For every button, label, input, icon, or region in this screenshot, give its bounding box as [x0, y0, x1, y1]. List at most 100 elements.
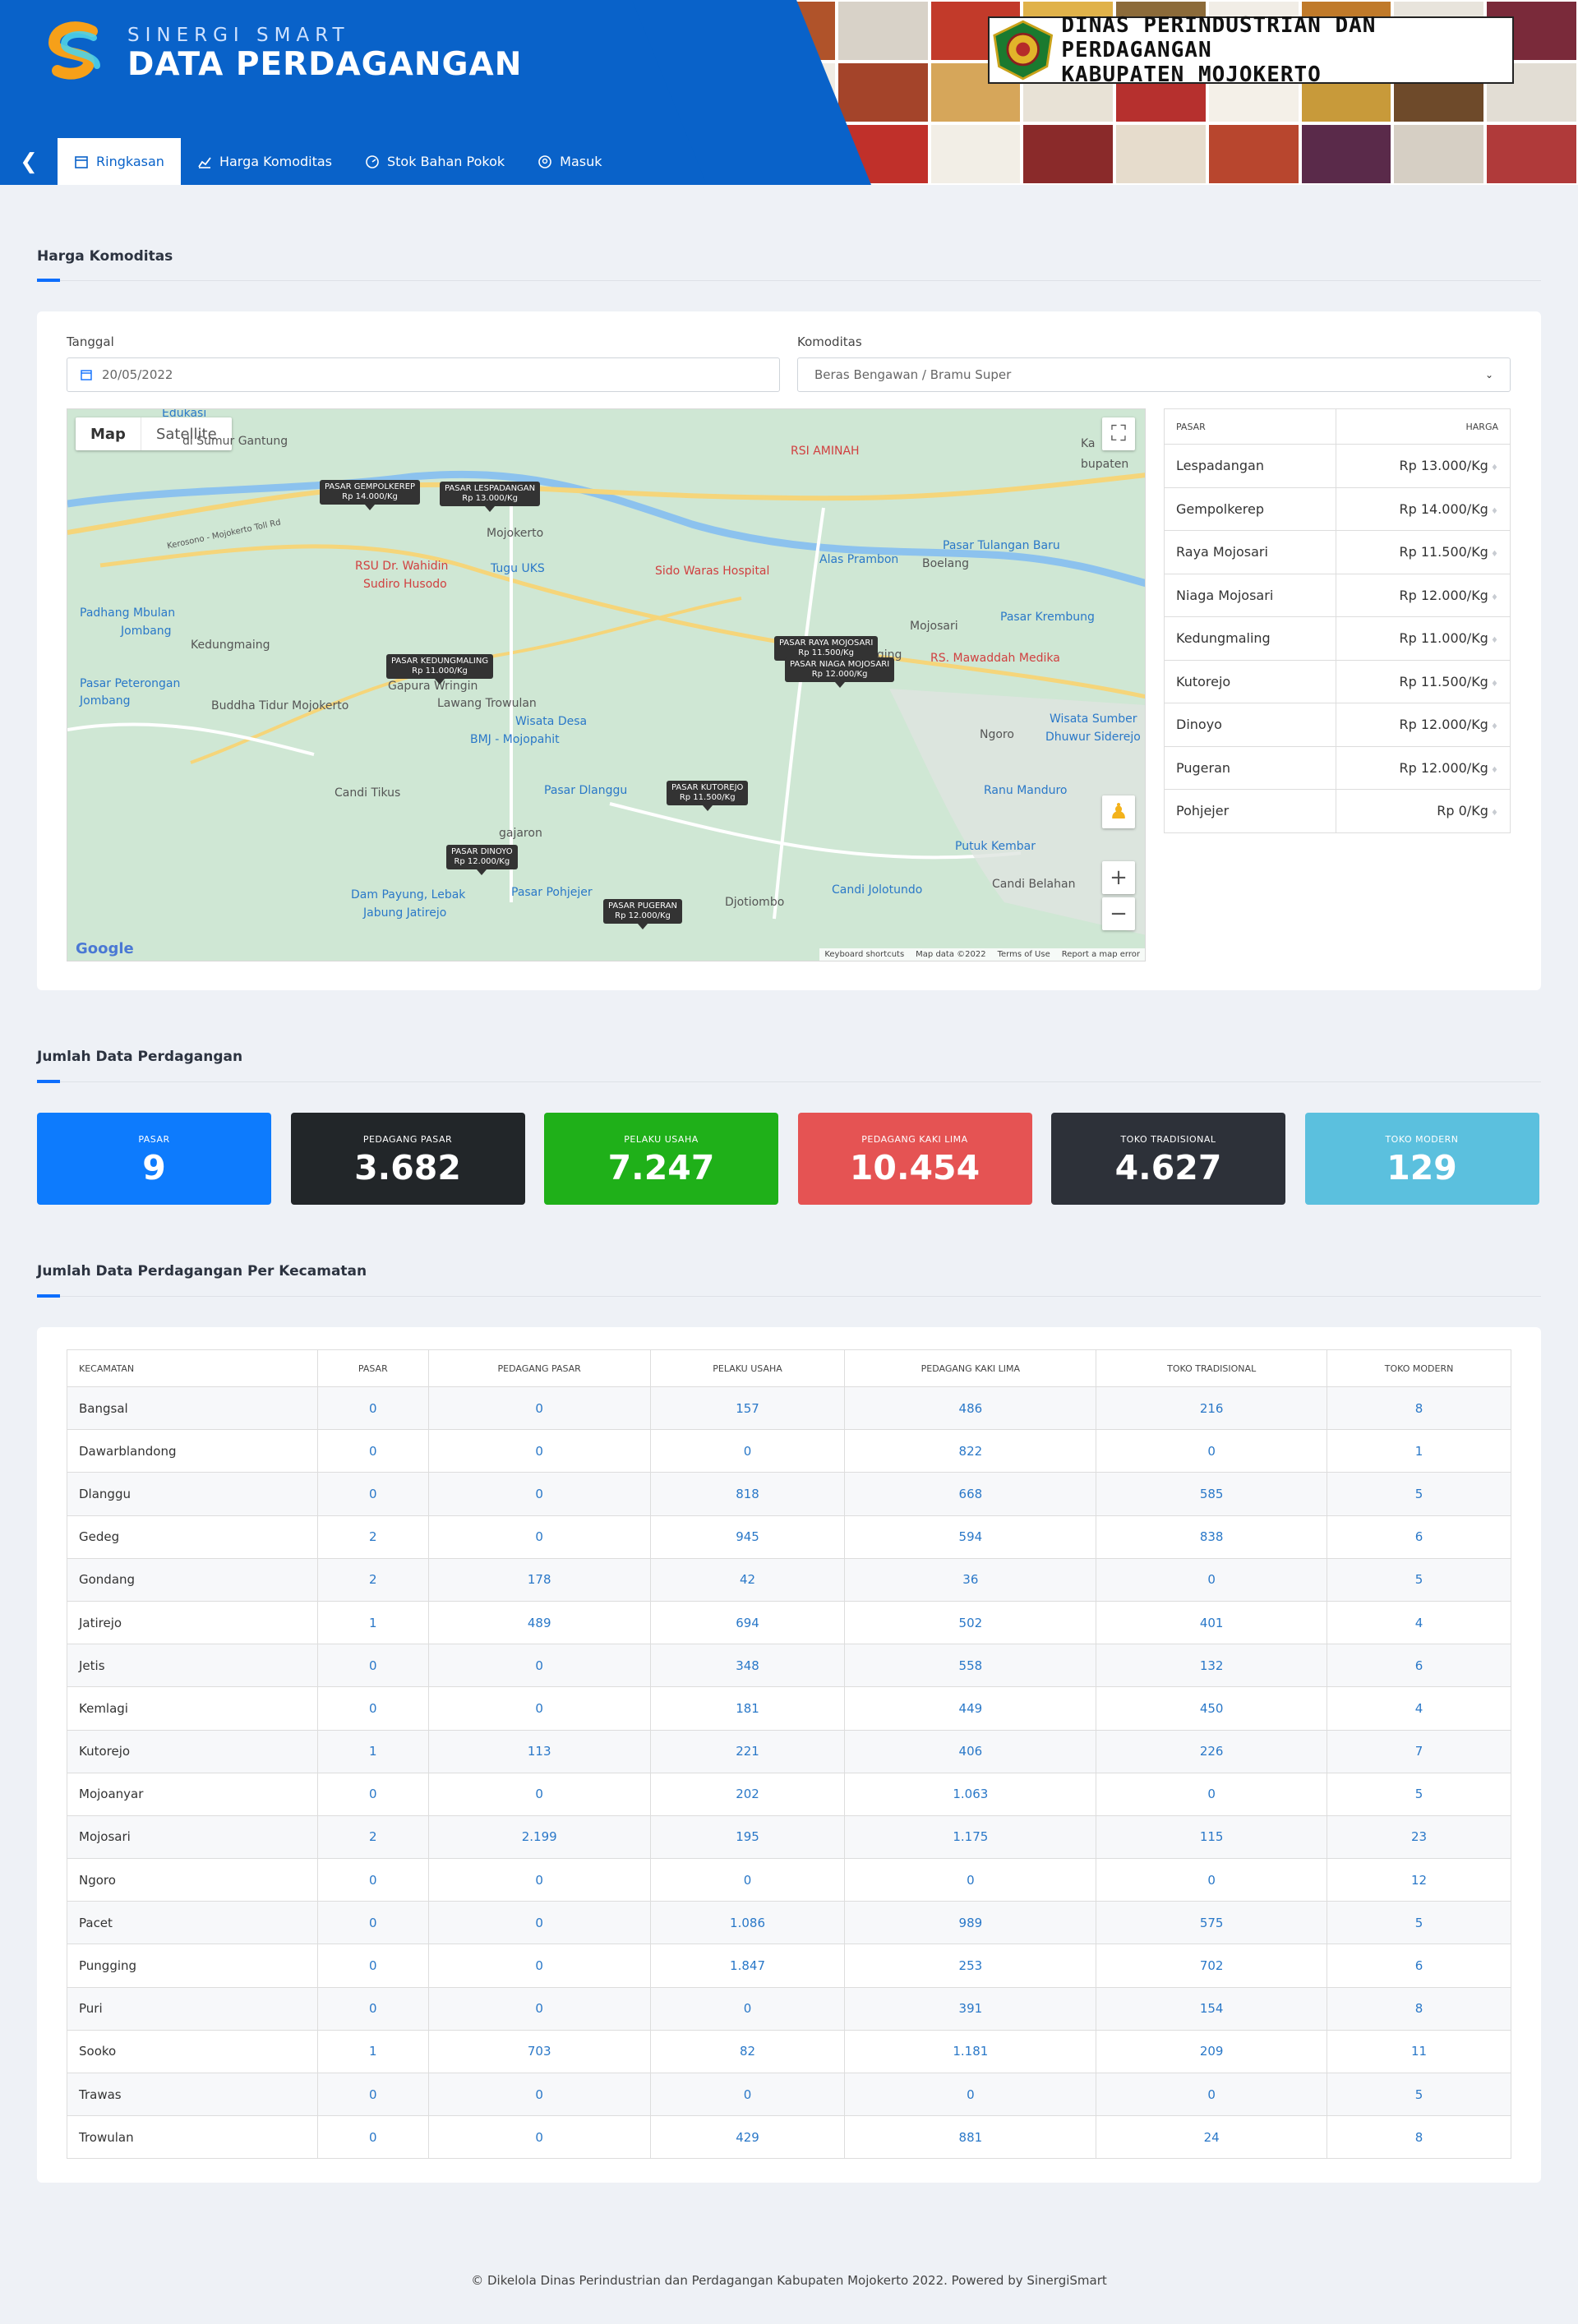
price-row[interactable]: Kutorejo Rp 11.500/Kg ♦	[1164, 659, 1511, 703]
price-row[interactable]: Lespadangan Rp 13.000/Kg ♦	[1164, 444, 1511, 488]
kecamatan-value[interactable]: 8	[1327, 1386, 1511, 1431]
kecamatan-value[interactable]: 0	[427, 1472, 651, 1516]
kecamatan-value[interactable]: 5	[1327, 1901, 1511, 1945]
kecamatan-value[interactable]: 1.086	[649, 1901, 846, 1945]
kecamatan-value[interactable]: 2	[316, 1814, 429, 1860]
pegman-icon[interactable]: ♟	[1102, 795, 1135, 828]
kecamatan-value[interactable]: 154	[1096, 1986, 1328, 2031]
nav-masuk[interactable]: Masuk	[521, 138, 618, 185]
kecamatan-value[interactable]: 113	[427, 1729, 651, 1773]
kecamatan-value[interactable]: 5	[1327, 2072, 1511, 2117]
kecamatan-value[interactable]: 0	[427, 2072, 651, 2117]
kecamatan-value[interactable]: 202	[649, 1772, 846, 1816]
price-row[interactable]: Dinoyo Rp 12.000/Kg ♦	[1164, 703, 1511, 747]
map-marker[interactable]: PASAR PUGERAN Rp 12.000/Kg	[603, 899, 683, 929]
kecamatan-value[interactable]: 0	[844, 2072, 1097, 2117]
kecamatan-value[interactable]: 42	[649, 1557, 846, 1602]
kecamatan-value[interactable]: 703	[427, 2029, 651, 2074]
kecamatan-value[interactable]: 226	[1096, 1729, 1328, 1773]
kecamatan-value[interactable]: 0	[316, 1901, 429, 1945]
kecamatan-value[interactable]: 132	[1096, 1644, 1328, 1688]
kecamatan-value[interactable]: 0	[1096, 1772, 1328, 1816]
price-row[interactable]: Raya Mojosari Rp 11.500/Kg ♦	[1164, 530, 1511, 574]
kecamatan-value[interactable]: 0	[316, 1858, 429, 1902]
kecamatan-value[interactable]: 391	[844, 1986, 1097, 2031]
kecamatan-value[interactable]: 0	[427, 1944, 651, 1988]
kecamatan-value[interactable]: 1	[316, 1729, 429, 1773]
kecamatan-value[interactable]: 668	[844, 1472, 1097, 1516]
kecamatan-value[interactable]: 0	[1096, 1429, 1328, 1473]
kecamatan-value[interactable]: 253	[844, 1944, 1097, 1988]
kecamatan-value[interactable]: 181	[649, 1686, 846, 1731]
kecamatan-value[interactable]: 348	[649, 1644, 846, 1688]
kecamatan-value[interactable]: 1.847	[649, 1944, 846, 1988]
kecamatan-value[interactable]: 178	[427, 1557, 651, 1602]
kecamatan-value[interactable]: 6	[1327, 1515, 1511, 1559]
kecamatan-value[interactable]: 406	[844, 1729, 1097, 1773]
kecamatan-value[interactable]: 0	[427, 1644, 651, 1688]
kecamatan-value[interactable]: 0	[427, 1515, 651, 1559]
nav-stok-bahan-pokok[interactable]: Stok Bahan Pokok	[348, 138, 521, 185]
market-map[interactable]: Map Satellite ⛶ ♟ + − Edukasi di Sumur Ga…	[67, 408, 1146, 961]
kecamatan-value[interactable]: 558	[844, 1644, 1097, 1688]
kecamatan-value[interactable]: 0	[316, 2115, 429, 2160]
kecamatan-value[interactable]: 0	[316, 1386, 429, 1431]
kecamatan-value[interactable]: 401	[1096, 1600, 1328, 1645]
map-tab[interactable]: Map	[76, 417, 141, 450]
kecamatan-value[interactable]: 945	[649, 1515, 846, 1559]
zoom-out-button[interactable]: −	[1102, 897, 1135, 930]
kecamatan-value[interactable]: 0	[427, 1386, 651, 1431]
kecamatan-value[interactable]: 82	[649, 2029, 846, 2074]
kecamatan-value[interactable]: 5	[1327, 1472, 1511, 1516]
kecamatan-value[interactable]: 0	[427, 1429, 651, 1473]
kecamatan-value[interactable]: 0	[316, 1472, 429, 1516]
price-row[interactable]: Pugeran Rp 12.000/Kg ♦	[1164, 745, 1511, 790]
price-row[interactable]: Kedungmaling Rp 11.000/Kg ♦	[1164, 616, 1511, 661]
terms-link[interactable]: Terms of Use	[998, 950, 1050, 959]
kecamatan-value[interactable]: 115	[1096, 1814, 1328, 1860]
kecamatan-value[interactable]: 489	[427, 1600, 651, 1645]
kecamatan-value[interactable]: 1	[316, 1600, 429, 1645]
kecamatan-value[interactable]: 24	[1096, 2115, 1328, 2160]
kecamatan-value[interactable]: 0	[427, 1858, 651, 1902]
kecamatan-value[interactable]: 818	[649, 1472, 846, 1516]
map-marker[interactable]: PASAR DINOYO Rp 12.000/Kg	[446, 845, 518, 875]
kecamatan-value[interactable]: 594	[844, 1515, 1097, 1559]
kecamatan-value[interactable]: 0	[1096, 2072, 1328, 2117]
kecamatan-value[interactable]: 0	[316, 1429, 429, 1473]
kecamatan-value[interactable]: 7	[1327, 1729, 1511, 1773]
kecamatan-value[interactable]: 0	[649, 2072, 846, 2117]
kecamatan-value[interactable]: 0	[316, 1644, 429, 1688]
kecamatan-value[interactable]: 0	[427, 1986, 651, 2031]
kecamatan-value[interactable]: 0	[427, 1901, 651, 1945]
kecamatan-value[interactable]: 0	[316, 1986, 429, 2031]
report-error-link[interactable]: Report a map error	[1062, 950, 1140, 959]
fullscreen-icon[interactable]: ⛶	[1102, 417, 1135, 450]
map-marker[interactable]: PASAR LESPADANGAN Rp 13.000/Kg	[440, 482, 541, 512]
price-row[interactable]: Gempolkerep Rp 14.000/Kg ♦	[1164, 486, 1511, 531]
kecamatan-value[interactable]: 23	[1327, 1814, 1511, 1860]
kecamatan-value[interactable]: 1	[316, 2029, 429, 2074]
kecamatan-value[interactable]: 449	[844, 1686, 1097, 1731]
map-marker[interactable]: PASAR KEDUNGMALING Rp 11.000/Kg	[386, 654, 494, 685]
kecamatan-value[interactable]: 157	[649, 1386, 846, 1431]
kecamatan-value[interactable]: 8	[1327, 1986, 1511, 2031]
kecamatan-value[interactable]: 0	[1096, 1557, 1328, 1602]
kecamatan-value[interactable]: 585	[1096, 1472, 1328, 1516]
price-row[interactable]: Niaga Mojosari Rp 12.000/Kg ♦	[1164, 573, 1511, 617]
kecamatan-value[interactable]: 2	[316, 1557, 429, 1602]
kecamatan-value[interactable]: 4	[1327, 1600, 1511, 1645]
kecamatan-value[interactable]: 0	[844, 1858, 1097, 1902]
back-chevron-icon[interactable]: ❮	[0, 138, 58, 185]
kecamatan-value[interactable]: 195	[649, 1814, 846, 1860]
kecamatan-value[interactable]: 989	[844, 1901, 1097, 1945]
kecamatan-value[interactable]: 486	[844, 1386, 1097, 1431]
kecamatan-value[interactable]: 0	[316, 2072, 429, 2117]
nav-ringkasan[interactable]: Ringkasan	[58, 138, 181, 185]
kecamatan-value[interactable]: 0	[649, 1429, 846, 1473]
price-row[interactable]: Pohjejer Rp 0/Kg ♦	[1164, 789, 1511, 833]
kecamatan-value[interactable]: 6	[1327, 1644, 1511, 1688]
nav-harga-komoditas[interactable]: Harga Komoditas	[181, 138, 348, 185]
kecamatan-value[interactable]: 5	[1327, 1772, 1511, 1816]
komoditas-select[interactable]: Beras Bengawan / Bramu Super ⌄	[797, 357, 1511, 392]
